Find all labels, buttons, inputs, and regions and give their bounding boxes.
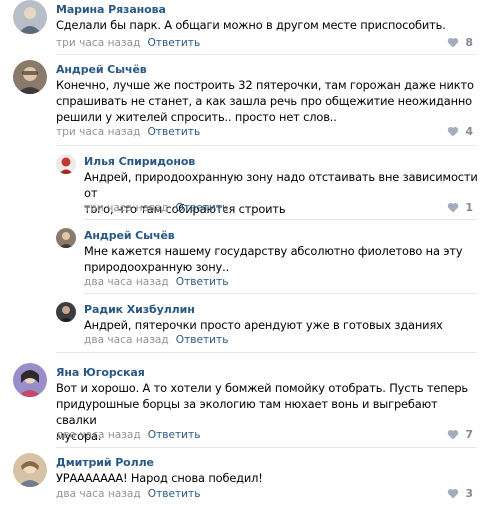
comment-text-line: решили у жителей спросить.. просто нет с… <box>56 110 337 124</box>
reply-link[interactable]: Ответить <box>176 334 229 346</box>
reply-link[interactable]: Ответить <box>147 37 200 49</box>
divider <box>56 447 477 448</box>
comment-text-line: Конечно, лучше же построить 32 пятерочки… <box>56 78 474 92</box>
comment-author[interactable]: Дмитрий Ролле <box>56 456 154 469</box>
like-button[interactable]: 7 <box>447 428 473 441</box>
like-count: 8 <box>465 36 473 49</box>
comment-text: Конечно, лучше же построить 32 пятерочки… <box>56 77 476 125</box>
avatar[interactable] <box>13 0 47 34</box>
like-count: 1 <box>465 201 473 214</box>
comment-time[interactable]: два часа назад <box>84 276 169 288</box>
divider <box>56 145 477 146</box>
divider <box>84 219 477 220</box>
like-count: 7 <box>465 428 473 441</box>
avatar[interactable] <box>56 154 76 174</box>
divider <box>56 352 477 353</box>
avatar[interactable] <box>13 363 47 397</box>
like-count: 3 <box>465 487 473 500</box>
comment-meta: три часа назад Ответить <box>56 126 200 138</box>
comment-text-line: Сделали бы парк. А общаги можно в другом… <box>56 18 446 32</box>
avatar[interactable] <box>13 453 47 487</box>
reply-link[interactable]: Ответить <box>147 126 200 138</box>
like-button[interactable]: 4 <box>447 125 473 138</box>
comment-text-line: Мне кажется нашему государству абсолютно… <box>84 244 463 258</box>
comment-meta: два часа назад Ответить <box>84 276 228 288</box>
comment-text: Сделали бы парк. А общаги можно в другом… <box>56 17 476 33</box>
comment-text-line: придурошные борцы за экологию там нюхает… <box>56 397 438 427</box>
comment-text-line: УРААААААА! Народ снова победил! <box>56 471 263 485</box>
avatar[interactable] <box>56 302 76 322</box>
comment-author[interactable]: Илья Спиридонов <box>84 155 195 168</box>
comment-text-line: природоохранную зону.. <box>84 260 230 274</box>
like-count: 4 <box>465 125 473 138</box>
like-button[interactable]: 8 <box>447 36 473 49</box>
comment-meta: три часа назад Ответить <box>84 202 228 214</box>
comment-author[interactable]: Андрей Сычёв <box>56 63 147 76</box>
reply-link[interactable]: Ответить <box>175 202 228 214</box>
reply-link[interactable]: Ответить <box>176 276 229 288</box>
like-button[interactable]: 1 <box>447 201 473 214</box>
comment-meta: два часа назад Ответить <box>84 334 228 346</box>
divider <box>56 54 477 55</box>
avatar[interactable] <box>13 60 47 94</box>
comment-text: Мне кажется нашему государству абсолютно… <box>84 243 479 275</box>
comment-author[interactable]: Марина Рязанова <box>56 3 166 16</box>
comment-time[interactable]: два часа назад <box>56 488 141 500</box>
comment-text-line: спрашивать не станет, а как зашла речь п… <box>56 94 472 108</box>
reply-link[interactable]: Ответить <box>148 488 201 500</box>
heart-icon <box>448 429 459 440</box>
like-button[interactable]: 3 <box>447 487 473 500</box>
comment-text-line: Андрей, пятерочки просто арендуют уже в … <box>84 318 443 332</box>
comment-time[interactable]: три часа назад <box>56 37 140 49</box>
comment-meta: три часа назад Ответить <box>56 37 200 49</box>
comment-meta: два часа назад Ответить <box>56 429 200 441</box>
heart-icon <box>448 126 459 137</box>
comment-time[interactable]: два часа назад <box>84 334 169 346</box>
comment-time[interactable]: два часа назад <box>56 429 141 441</box>
comment-text: УРААААААА! Народ снова победил! <box>56 470 476 486</box>
comment-text-line: Андрей, природоохранную зону надо отстаи… <box>84 170 478 200</box>
comment-text-line: Вот и хорошо. А то хотели у бомжей помой… <box>56 381 468 395</box>
comment-time[interactable]: три часа назад <box>84 202 168 214</box>
heart-icon <box>448 488 459 499</box>
reply-link[interactable]: Ответить <box>148 429 201 441</box>
avatar[interactable] <box>56 228 76 248</box>
heart-icon <box>448 37 459 48</box>
heart-icon <box>448 202 459 213</box>
comment-meta: два часа назад Ответить <box>56 488 200 500</box>
comment-author[interactable]: Андрей Сычёв <box>84 229 175 242</box>
comment-author[interactable]: Радик Хизбуллин <box>84 303 195 316</box>
divider <box>84 293 477 294</box>
comment-author[interactable]: Яна Югорская <box>56 366 145 379</box>
comment-text: Андрей, пятерочки просто арендуют уже в … <box>84 317 479 333</box>
comment-time[interactable]: три часа назад <box>56 126 140 138</box>
